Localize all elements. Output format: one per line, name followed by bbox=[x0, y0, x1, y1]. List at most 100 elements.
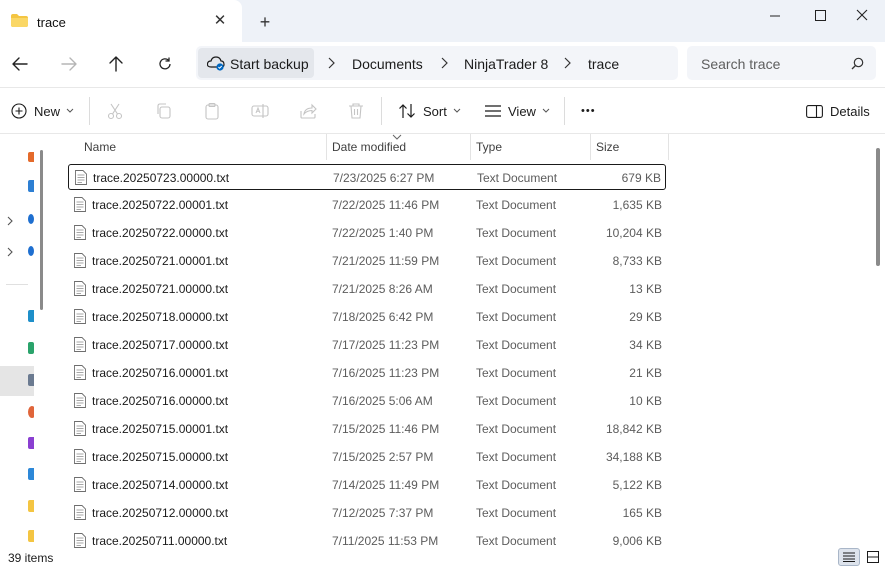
column-divider[interactable] bbox=[326, 134, 327, 160]
text-file-icon bbox=[74, 393, 86, 408]
chevron-right-icon[interactable] bbox=[6, 216, 14, 226]
cut-icon[interactable] bbox=[106, 102, 124, 120]
pictures-icon[interactable] bbox=[28, 406, 34, 418]
close-window-button[interactable] bbox=[839, 0, 885, 30]
tab-trace[interactable]: trace ✕ bbox=[0, 0, 242, 42]
chevron-right-icon[interactable] bbox=[6, 247, 14, 257]
column-date-modified[interactable]: Date modified bbox=[332, 140, 406, 154]
minimize-button[interactable] bbox=[752, 0, 798, 30]
file-type: Text Document bbox=[476, 226, 557, 240]
column-divider[interactable] bbox=[668, 134, 669, 160]
file-name: trace.20250716.00000.txt bbox=[92, 394, 229, 408]
start-backup-button[interactable]: Start backup bbox=[198, 48, 314, 78]
file-name: trace.20250712.00000.txt bbox=[92, 506, 229, 520]
up-button[interactable] bbox=[104, 52, 128, 76]
view-label: View bbox=[508, 103, 536, 119]
new-button[interactable]: New bbox=[11, 88, 74, 134]
file-date: 7/18/2025 6:42 PM bbox=[332, 310, 434, 324]
tiles-view-button[interactable] bbox=[862, 548, 884, 566]
column-divider[interactable] bbox=[590, 134, 591, 160]
text-file-icon bbox=[74, 505, 86, 520]
column-header: Name Date modified Type Size bbox=[64, 134, 670, 160]
file-name: trace.20250722.00001.txt bbox=[92, 198, 229, 212]
file-row[interactable]: trace.20250715.00001.txt 7/15/2025 11:46… bbox=[68, 416, 666, 442]
folder-icon[interactable] bbox=[28, 500, 34, 512]
back-button[interactable] bbox=[8, 52, 32, 76]
downloads-icon[interactable] bbox=[28, 342, 34, 354]
file-row[interactable]: trace.20250721.00001.txt 7/21/2025 11:59… bbox=[68, 248, 666, 274]
music-icon[interactable] bbox=[28, 468, 34, 480]
file-date: 7/15/2025 2:57 PM bbox=[332, 450, 434, 464]
close-tab-icon[interactable]: ✕ bbox=[212, 13, 228, 29]
column-name[interactable]: Name bbox=[84, 140, 116, 154]
crumb-ninjatrader[interactable]: NinjaTrader 8 bbox=[464, 56, 548, 72]
minimize-icon bbox=[769, 15, 780, 16]
share-icon[interactable] bbox=[299, 102, 317, 120]
delete-icon[interactable] bbox=[347, 102, 365, 120]
rename-icon[interactable] bbox=[251, 102, 269, 120]
file-name: trace.20250716.00001.txt bbox=[92, 366, 229, 380]
copy-icon[interactable] bbox=[155, 102, 173, 120]
file-size: 21 KB bbox=[629, 366, 662, 380]
paste-icon[interactable] bbox=[203, 102, 221, 120]
file-type: Text Document bbox=[476, 198, 557, 212]
view-button[interactable]: View bbox=[485, 88, 550, 134]
chevron-down-icon bbox=[542, 108, 550, 113]
file-row[interactable]: trace.20250716.00000.txt 7/16/2025 5:06 … bbox=[68, 388, 666, 414]
new-tab-button[interactable]: + bbox=[256, 13, 274, 31]
sort-button[interactable]: Sort bbox=[398, 88, 461, 134]
file-type: Text Document bbox=[476, 506, 557, 520]
file-list-scrollbar[interactable] bbox=[876, 148, 880, 266]
nav-divider bbox=[6, 284, 28, 285]
tab-title: trace bbox=[37, 15, 66, 30]
file-row[interactable]: trace.20250712.00000.txt 7/12/2025 7:37 … bbox=[68, 500, 666, 526]
documents-icon[interactable] bbox=[28, 374, 34, 386]
file-date: 7/11/2025 11:53 PM bbox=[332, 534, 439, 548]
crumb-documents[interactable]: Documents bbox=[352, 56, 423, 72]
refresh-button[interactable] bbox=[153, 52, 177, 76]
file-size: 10 KB bbox=[629, 394, 662, 408]
maximize-button[interactable] bbox=[797, 0, 843, 30]
file-row[interactable]: trace.20250716.00001.txt 7/16/2025 11:23… bbox=[68, 360, 666, 386]
file-row[interactable]: trace.20250721.00000.txt 7/21/2025 8:26 … bbox=[68, 276, 666, 302]
cloud-backup-icon bbox=[207, 56, 225, 71]
command-bar: New Sort View ••• Details bbox=[0, 87, 885, 134]
file-type: Text Document bbox=[476, 478, 557, 492]
onedrive-icon[interactable] bbox=[28, 246, 34, 256]
column-type[interactable]: Type bbox=[476, 140, 502, 154]
file-row[interactable]: trace.20250722.00000.txt 7/22/2025 1:40 … bbox=[68, 220, 666, 246]
details-pane-button[interactable]: Details bbox=[806, 88, 870, 134]
file-date: 7/17/2025 11:23 PM bbox=[332, 338, 440, 352]
desktop-icon[interactable] bbox=[28, 310, 34, 322]
details-pane-icon bbox=[806, 104, 823, 118]
file-size: 1,635 KB bbox=[612, 198, 662, 212]
more-options-button[interactable]: ••• bbox=[581, 88, 596, 134]
file-row[interactable]: trace.20250718.00000.txt 7/18/2025 6:42 … bbox=[68, 304, 666, 330]
column-size[interactable]: Size bbox=[596, 140, 619, 154]
file-row[interactable]: trace.20250723.00000.txt 7/23/2025 6:27 … bbox=[68, 164, 666, 190]
gallery-icon[interactable] bbox=[28, 180, 34, 192]
file-row[interactable]: trace.20250711.00000.txt 7/11/2025 11:53… bbox=[68, 528, 666, 548]
videos-icon[interactable] bbox=[28, 437, 34, 449]
nav-scrollbar[interactable] bbox=[40, 150, 43, 310]
navigation-pane bbox=[0, 134, 34, 546]
details-view-button[interactable] bbox=[838, 548, 860, 566]
file-row[interactable]: trace.20250722.00001.txt 7/22/2025 11:46… bbox=[68, 192, 666, 218]
view-list-icon bbox=[485, 105, 501, 117]
file-name: trace.20250715.00001.txt bbox=[92, 422, 229, 436]
crumb-trace[interactable]: trace bbox=[588, 56, 619, 72]
search-box[interactable]: Search trace bbox=[687, 46, 876, 80]
forward-button[interactable] bbox=[57, 52, 81, 76]
home-icon[interactable] bbox=[28, 152, 34, 162]
breadcrumb[interactable]: Start backup Documents NinjaTrader 8 tra… bbox=[196, 46, 678, 80]
file-row[interactable]: trace.20250715.00000.txt 7/15/2025 2:57 … bbox=[68, 444, 666, 470]
file-row[interactable]: trace.20250717.00000.txt 7/17/2025 11:23… bbox=[68, 332, 666, 358]
search-input[interactable]: Search trace bbox=[701, 56, 780, 72]
folder-icon[interactable] bbox=[28, 530, 34, 542]
column-divider[interactable] bbox=[470, 134, 471, 160]
text-file-icon bbox=[74, 309, 86, 324]
text-file-icon bbox=[74, 253, 86, 268]
file-size: 18,842 KB bbox=[605, 422, 662, 436]
file-row[interactable]: trace.20250714.00000.txt 7/14/2025 11:49… bbox=[68, 472, 666, 498]
onedrive-icon[interactable] bbox=[28, 214, 34, 224]
